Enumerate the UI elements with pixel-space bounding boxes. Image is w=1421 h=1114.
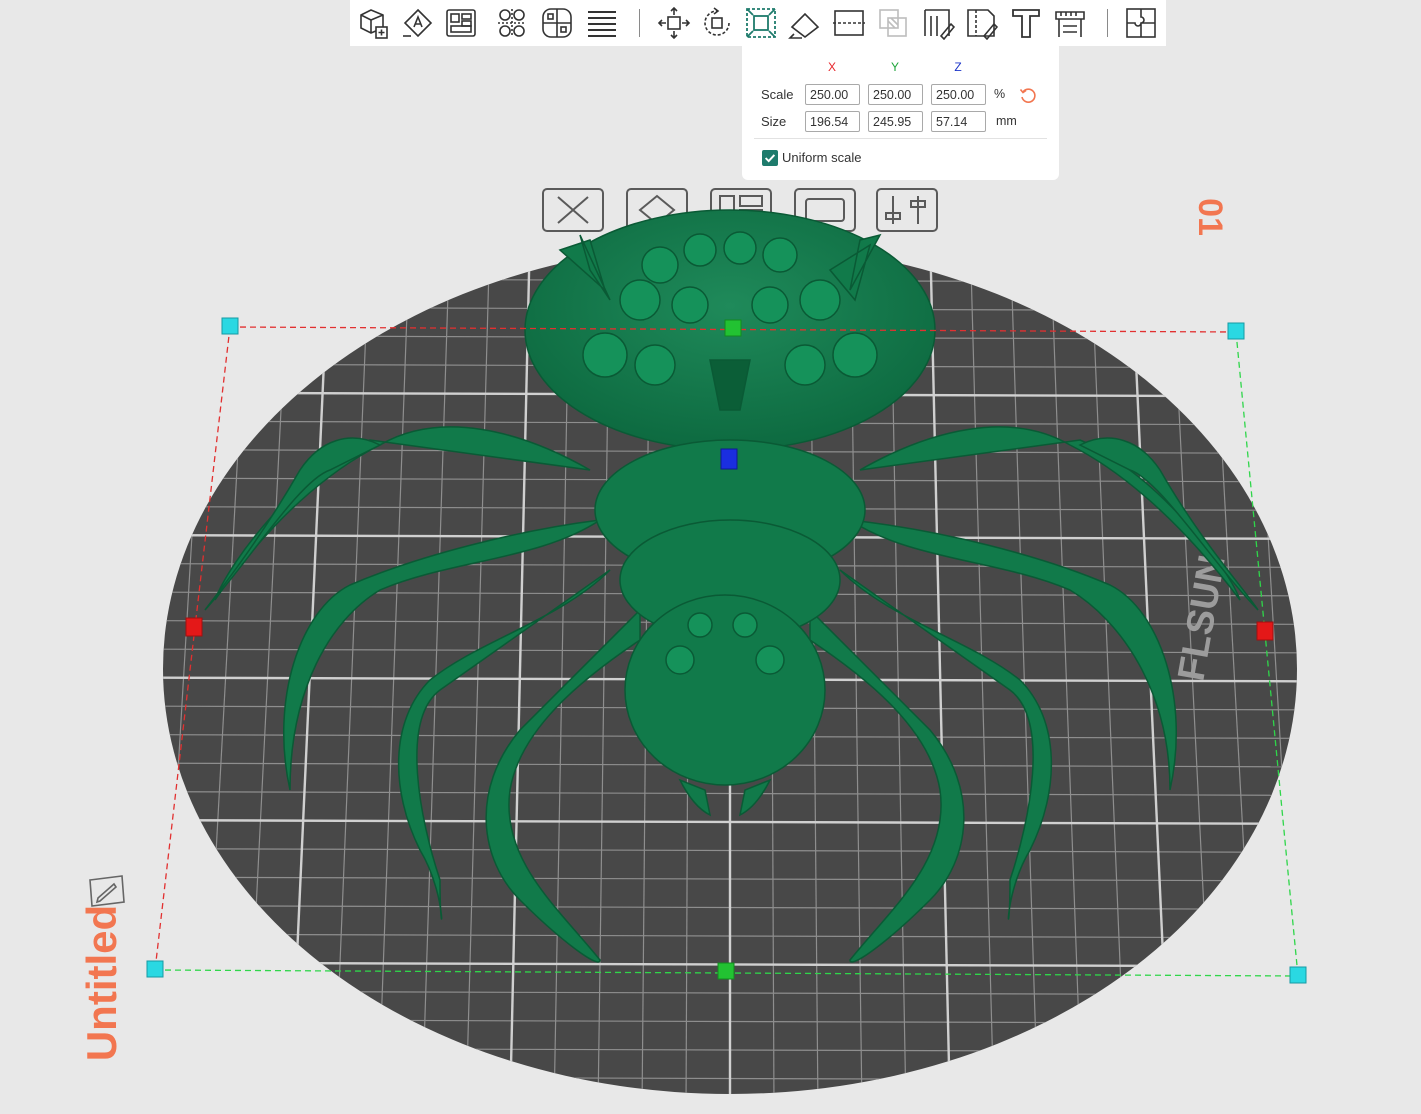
move-button[interactable] xyxy=(655,4,693,42)
grid-line xyxy=(1410,230,1421,1110)
x-axis-handle-left xyxy=(185,617,203,637)
lay-on-face-icon xyxy=(788,12,820,39)
rotate-button[interactable] xyxy=(698,4,736,42)
checkmark-icon xyxy=(764,154,776,163)
size-y-input[interactable] xyxy=(868,111,923,132)
seam-painting-button[interactable] xyxy=(962,4,1000,42)
corner-handle xyxy=(221,317,239,335)
move-icon xyxy=(657,6,691,40)
scale-panel: X Y Z Scale % Size mm Uniform scale xyxy=(742,46,1059,180)
size-row-label: Size xyxy=(761,114,787,129)
corner-handle xyxy=(1227,322,1245,340)
grid-line xyxy=(0,230,10,1110)
support-painting-button[interactable] xyxy=(919,4,957,42)
rotate-icon xyxy=(704,7,730,36)
uniform-scale-label: Uniform scale xyxy=(782,150,862,165)
plate-name[interactable]: Untitled xyxy=(78,893,125,1073)
mesh-boolean-button[interactable] xyxy=(874,4,912,42)
auto-orient-icon xyxy=(403,8,433,38)
edit-icon xyxy=(89,875,125,907)
add-object-button[interactable] xyxy=(355,4,393,42)
y-axis-handle-bottom xyxy=(717,962,735,980)
grid-line xyxy=(1370,230,1421,1110)
assembly-button[interactable] xyxy=(1122,4,1160,42)
arrange-button[interactable] xyxy=(442,4,480,42)
grid-line xyxy=(1330,230,1390,1110)
support-painting-icon xyxy=(924,9,955,40)
remove-plate-icon[interactable] xyxy=(542,188,604,232)
uniform-scale-checkbox[interactable] xyxy=(762,150,778,166)
mesh-boolean-icon xyxy=(879,9,907,37)
cut-icon xyxy=(833,10,865,36)
scale-y-input[interactable] xyxy=(868,84,923,105)
main-toolbar xyxy=(350,0,1166,46)
scale-button[interactable] xyxy=(742,4,780,42)
size-x-input[interactable] xyxy=(805,111,860,132)
assembly-icon xyxy=(1126,8,1156,38)
toolbar-separator xyxy=(1107,9,1108,37)
reset-scale-button[interactable] xyxy=(1018,86,1038,106)
3d-viewport[interactable]: FLSUN xyxy=(0,0,1421,1114)
lay-on-face-button[interactable] xyxy=(786,4,824,42)
arrange-icon xyxy=(446,9,476,37)
grid-line xyxy=(100,1105,1360,1109)
measure-button[interactable] xyxy=(1051,4,1089,42)
panel-divider xyxy=(754,138,1047,139)
y-axis-handle-top xyxy=(724,319,742,337)
toolbar-separator xyxy=(639,9,640,37)
add-object-icon xyxy=(360,9,388,39)
reset-icon xyxy=(1019,88,1036,103)
edit-plate-name-button[interactable] xyxy=(84,874,128,914)
seam-painting-icon xyxy=(967,9,998,40)
size-unit: mm xyxy=(996,114,1017,128)
auto-orient-button[interactable] xyxy=(399,4,437,42)
plate-settings-icon[interactable] xyxy=(876,188,938,232)
z-axis-handle xyxy=(720,448,738,470)
text-shape-icon xyxy=(1012,9,1040,38)
text-shape-button[interactable] xyxy=(1007,4,1045,42)
scale-row-label: Scale xyxy=(761,87,794,102)
measure-icon xyxy=(1055,11,1085,37)
size-z-input[interactable] xyxy=(931,111,986,132)
cut-button[interactable] xyxy=(830,4,868,42)
scale-unit: % xyxy=(994,87,1006,101)
scale-icon xyxy=(746,8,776,38)
split-to-parts-button[interactable] xyxy=(538,4,576,42)
split-to-objects-button[interactable] xyxy=(493,4,531,42)
corner-handle xyxy=(146,960,164,978)
split-to-parts-icon xyxy=(542,8,572,38)
axis-y-label: Y xyxy=(890,60,899,74)
plate-number: 01 xyxy=(1191,198,1230,236)
layers-icon xyxy=(588,11,616,37)
split-to-objects-icon xyxy=(498,9,526,37)
corner-handle xyxy=(1289,966,1307,984)
x-axis-handle-right xyxy=(1256,621,1274,641)
grid-line xyxy=(0,230,50,1110)
axis-x-label: X xyxy=(827,60,836,74)
axis-z-label: Z xyxy=(954,60,962,74)
scale-x-input[interactable] xyxy=(805,84,860,105)
scale-z-input[interactable] xyxy=(931,84,986,105)
layers-button[interactable] xyxy=(583,4,621,42)
